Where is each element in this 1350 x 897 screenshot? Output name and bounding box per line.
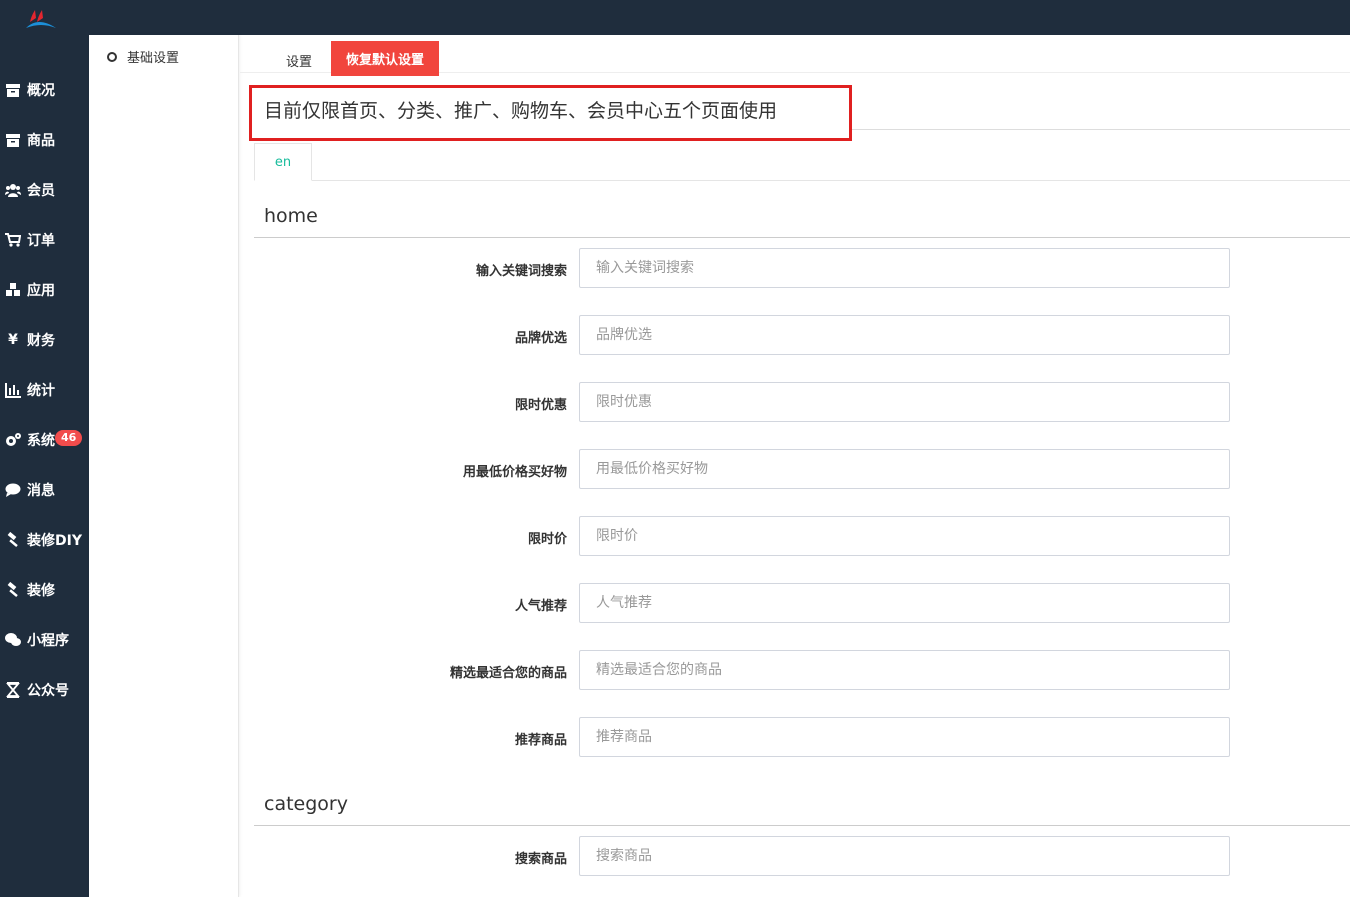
sidebar-item-products[interactable]: 商品 xyxy=(0,115,89,165)
sidebar-item-stats[interactable]: 统计 xyxy=(0,365,89,415)
field-label: 限时优惠 xyxy=(514,398,567,413)
sidebar-item-decor[interactable]: 装修 xyxy=(0,565,89,615)
sidebar-item-apps[interactable]: 应用 xyxy=(0,265,89,315)
sidebar-item-label: 财务 xyxy=(27,333,55,349)
home-field-popular-input[interactable] xyxy=(579,583,1230,623)
home-field-limited-price-input[interactable] xyxy=(579,516,1230,556)
sidebar-item-miniprogram[interactable]: 小程序 xyxy=(0,615,89,665)
sidebar-item-label: 概况 xyxy=(27,83,55,99)
section-title-category: category xyxy=(264,793,348,815)
field-label: 输入关键词搜索 xyxy=(475,264,567,279)
sidebar-item-official-account[interactable]: 公众号 xyxy=(0,665,89,715)
sidebar-item-label: 装修 xyxy=(27,583,55,599)
hourglass-icon xyxy=(4,682,22,698)
main-content: 设置 恢复默认设置 目前仅限首页、分类、推广、购物车、会员中心五个页面使用 en… xyxy=(240,35,1350,897)
field-label: 推荐商品 xyxy=(514,733,567,748)
wechat-icon xyxy=(4,632,22,648)
home-field-lowest-price-input[interactable] xyxy=(579,449,1230,489)
cart-icon xyxy=(4,232,22,248)
gavel-icon xyxy=(4,582,22,598)
top-tabs: 设置 恢复默认设置 xyxy=(240,35,1350,76)
circle-icon xyxy=(107,51,117,62)
logo-icon[interactable] xyxy=(24,8,60,32)
users-icon xyxy=(4,182,22,198)
home-field-brand-input[interactable] xyxy=(579,315,1230,355)
home-field-limited-offer-input[interactable] xyxy=(579,382,1230,422)
bar-chart-icon xyxy=(4,382,22,398)
yen-icon: ¥ xyxy=(8,332,18,348)
sidebar-item-label: 小程序 xyxy=(27,633,69,649)
sub-navigation: 基础设置 xyxy=(89,35,239,897)
sidebar: 概况 商品 会员 订单 应用 ¥ 财务 统计 系统 消息 装修DIY 装修 小程… xyxy=(0,35,89,897)
field-label: 品牌优选 xyxy=(514,331,567,346)
home-field-search-keyword-input[interactable] xyxy=(579,248,1230,288)
subnav-item-basic-settings[interactable]: 基础设置 xyxy=(107,47,179,66)
archive-icon xyxy=(4,132,22,148)
sidebar-item-label: 商品 xyxy=(27,133,55,149)
sidebar-item-decor-diy[interactable]: 装修DIY xyxy=(0,515,89,565)
sidebar-item-overview[interactable]: 概况 xyxy=(0,65,89,115)
tab-lang-en[interactable]: en xyxy=(254,143,312,181)
archive-icon xyxy=(4,82,22,98)
field-label: 搜索商品 xyxy=(514,852,567,867)
gears-icon xyxy=(4,432,22,448)
home-field-selected-input[interactable] xyxy=(579,650,1230,690)
sidebar-item-label: 公众号 xyxy=(27,683,69,699)
sidebar-item-label: 装修DIY xyxy=(27,533,82,549)
section-title-home: home xyxy=(264,205,318,227)
sidebar-item-label: 应用 xyxy=(27,283,55,299)
sidebar-item-label: 订单 xyxy=(27,233,55,249)
sidebar-item-label: 系统 xyxy=(27,433,55,449)
subnav-item-label: 基础设置 xyxy=(127,51,180,66)
restore-defaults-button[interactable]: 恢复默认设置 xyxy=(331,41,439,76)
sidebar-item-members[interactable]: 会员 xyxy=(0,165,89,215)
sidebar-item-orders[interactable]: 订单 xyxy=(0,215,89,265)
field-label: 人气推荐 xyxy=(514,599,567,614)
category-field-search-input[interactable] xyxy=(579,836,1230,876)
sidebar-item-finance[interactable]: ¥ 财务 xyxy=(0,315,89,365)
field-label: 精选最适合您的商品 xyxy=(449,666,567,681)
field-label: 限时价 xyxy=(527,532,567,547)
sidebar-item-label: 消息 xyxy=(27,483,55,499)
lang-tab-bar xyxy=(254,180,1350,181)
notice-text: 目前仅限首页、分类、推广、购物车、会员中心五个页面使用 xyxy=(264,100,778,122)
section-divider xyxy=(254,825,1350,826)
field-label: 用最低价格买好物 xyxy=(462,465,567,480)
home-field-recommended-input[interactable] xyxy=(579,717,1230,757)
section-divider xyxy=(254,237,1350,238)
tab-settings[interactable]: 设置 xyxy=(286,51,312,70)
divider xyxy=(852,129,1350,130)
top-bar xyxy=(0,0,1350,35)
comment-icon xyxy=(4,482,22,498)
gavel-icon xyxy=(4,532,22,548)
cubes-icon xyxy=(4,282,22,298)
message-count-badge: 46 xyxy=(55,430,83,446)
sidebar-item-messages[interactable]: 消息 xyxy=(0,465,89,515)
sidebar-item-label: 会员 xyxy=(27,183,55,199)
sidebar-item-label: 统计 xyxy=(27,383,55,399)
